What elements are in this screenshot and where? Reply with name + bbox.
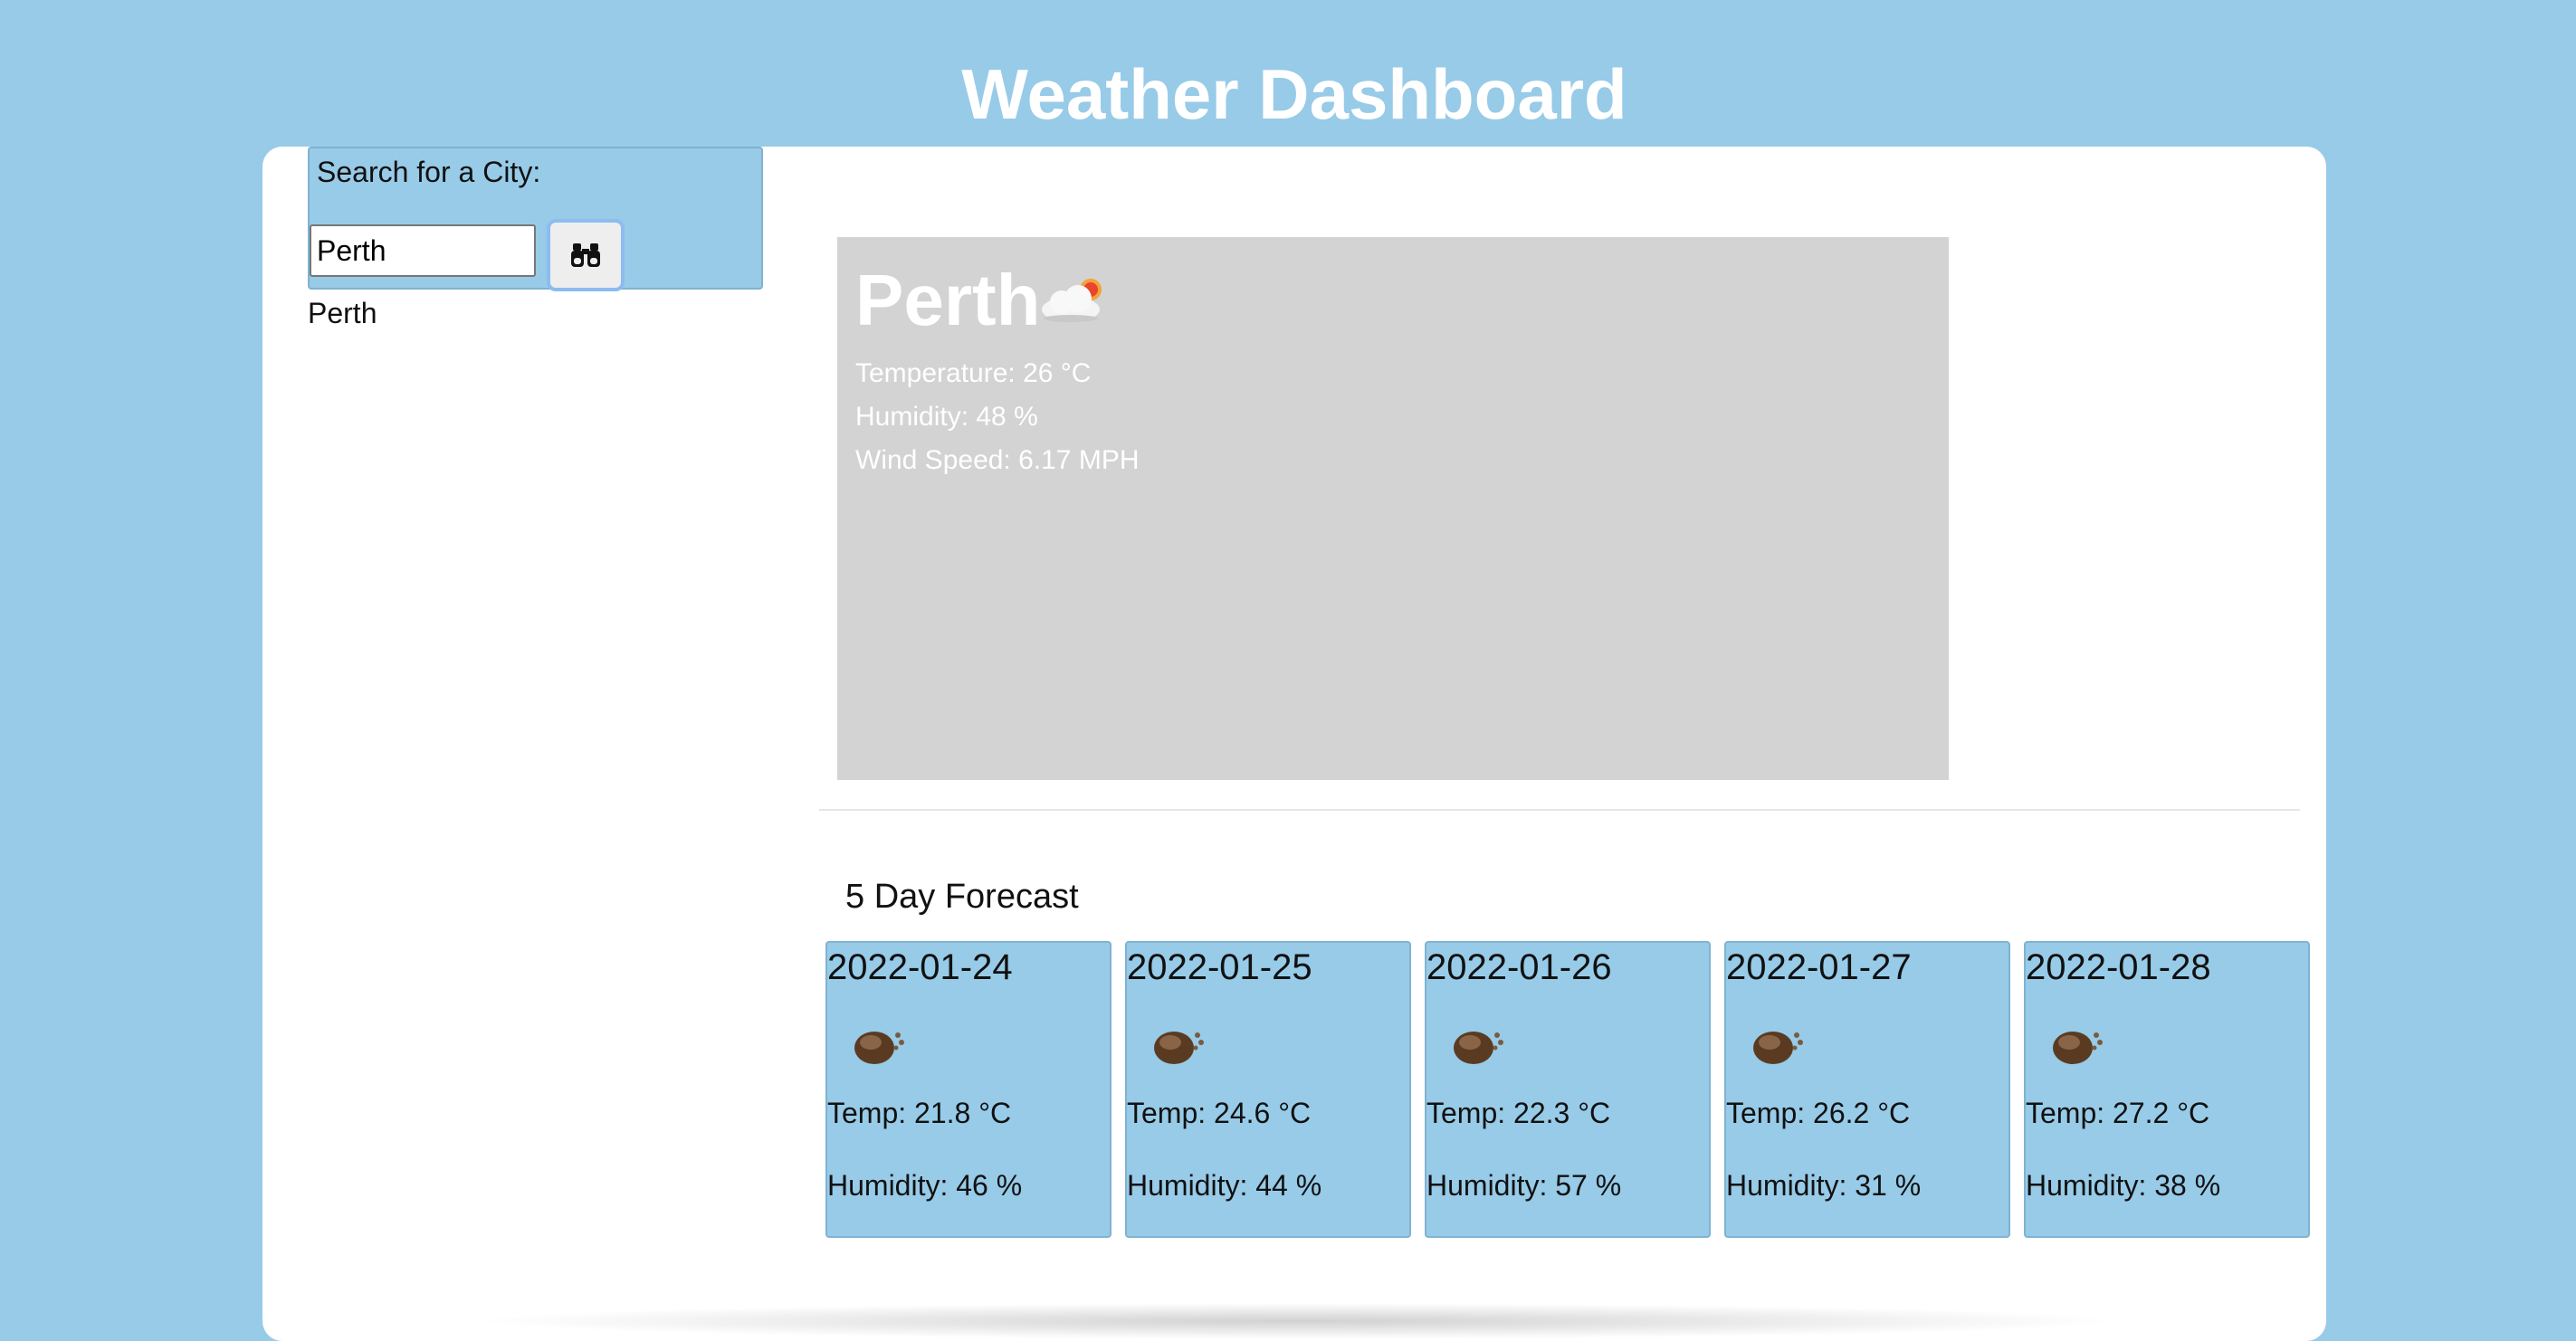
- search-button[interactable]: [547, 219, 625, 291]
- forecast-date: 2022-01-27: [1726, 947, 1912, 987]
- forecast-title: 5 Day Forecast: [845, 878, 1079, 916]
- forecast-temp: Temp: 24.6 °C: [1127, 1097, 1312, 1129]
- forecast-card: 2022-01-24 Temp: 21.8 °C Humidity: 46 %: [825, 941, 1111, 1238]
- current-weather-panel: Perth Temperature: 26 °C Humidity: 48 % …: [837, 237, 1949, 780]
- search-history-item[interactable]: Perth: [308, 297, 377, 330]
- current-city-name: Perth: [855, 260, 1041, 340]
- forecast-temp: Temp: 27.2 °C: [2026, 1097, 2210, 1129]
- current-humidity: Humidity: 48 %: [855, 402, 1038, 432]
- weather-icon: [2053, 1032, 2103, 1064]
- city-search-input[interactable]: [310, 224, 536, 277]
- forecast-humidity: Humidity: 44 %: [1127, 1169, 1322, 1202]
- weather-icon: [1154, 1032, 1204, 1064]
- forecast-humidity: Humidity: 38 %: [2026, 1169, 2221, 1202]
- search-panel: Search for a City:: [308, 147, 763, 291]
- forecast-date: 2022-01-28: [2026, 947, 2211, 987]
- section-divider: [819, 809, 2300, 811]
- binoculars-icon: [571, 243, 600, 267]
- forecast-date: 2022-01-24: [827, 947, 1013, 987]
- current-wind-speed: Wind Speed: 6.17 MPH: [855, 445, 1140, 475]
- search-label: Search for a City:: [317, 156, 541, 188]
- forecast-date: 2022-01-26: [1426, 947, 1612, 987]
- forecast-card: 2022-01-25 Temp: 24.6 °C Humidity: 44 %: [1125, 941, 1411, 1238]
- forecast-card: 2022-01-27 Temp: 26.2 °C Humidity: 31 %: [1724, 941, 2010, 1238]
- forecast-temp: Temp: 22.3 °C: [1426, 1097, 1611, 1129]
- forecast-card: 2022-01-26 Temp: 22.3 °C Humidity: 57 %: [1425, 941, 1711, 1238]
- page-title: Weather Dashboard: [961, 54, 1627, 135]
- forecast-card: 2022-01-28 Temp: 27.2 °C Humidity: 38 %: [2024, 941, 2310, 1238]
- weather-icon: [1454, 1032, 1503, 1064]
- forecast-humidity: Humidity: 57 %: [1426, 1169, 1622, 1202]
- forecast-humidity: Humidity: 31 %: [1726, 1169, 1922, 1202]
- bottom-shadow: [471, 1303, 2127, 1339]
- forecast-temp: Temp: 26.2 °C: [1726, 1097, 1911, 1129]
- current-temperature: Temperature: 26 °C: [855, 358, 1092, 388]
- weather-icon: [1753, 1032, 1803, 1064]
- forecast-temp: Temp: 21.8 °C: [827, 1097, 1012, 1129]
- forecast-humidity: Humidity: 46 %: [827, 1169, 1023, 1202]
- partly-cloudy-icon: [1042, 279, 1102, 322]
- weather-icon: [854, 1032, 904, 1064]
- forecast-date: 2022-01-25: [1127, 947, 1312, 987]
